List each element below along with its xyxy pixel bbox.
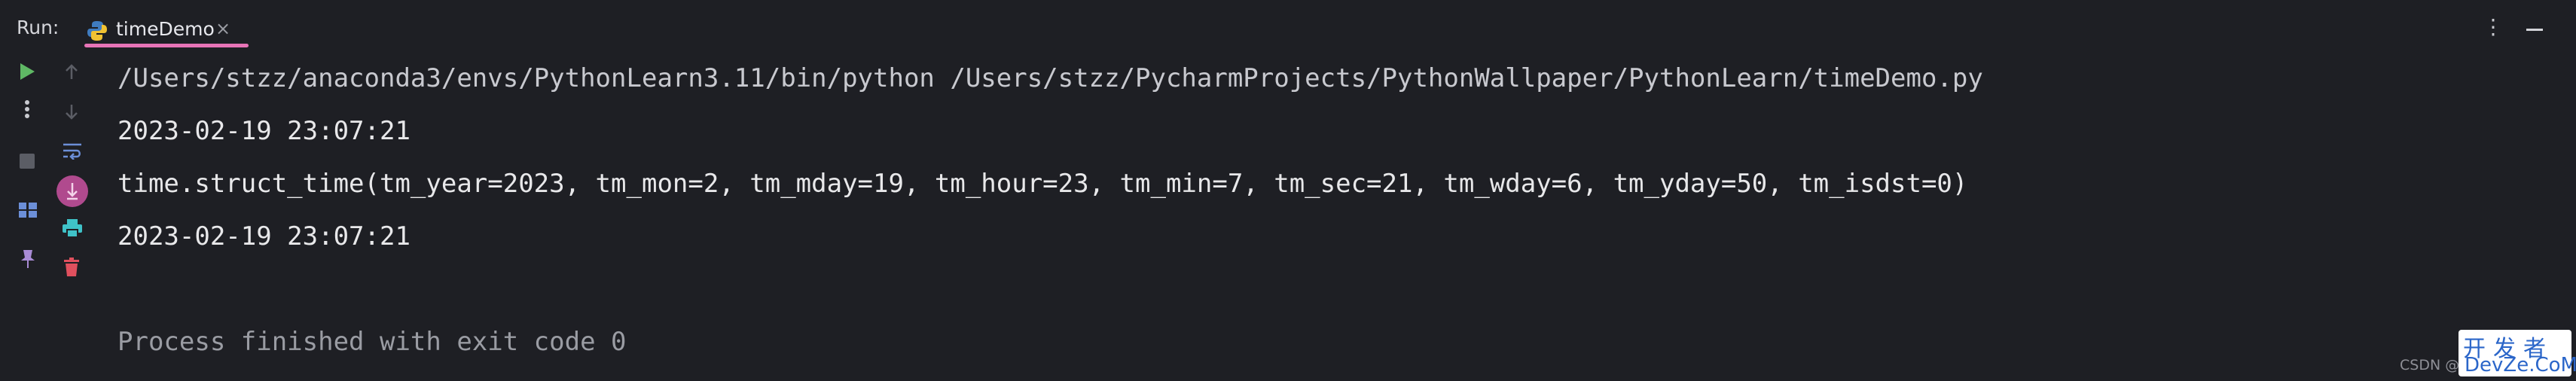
print-icon[interactable] — [62, 218, 83, 242]
soft-wrap-icon[interactable] — [62, 142, 83, 163]
layout-icon[interactable] — [18, 202, 38, 222]
watermark-en: DevZe.CoM — [2465, 354, 2576, 376]
run-icon[interactable] — [18, 62, 36, 85]
pin-icon[interactable] — [20, 248, 36, 273]
python-icon — [86, 20, 108, 42]
arrow-up-icon[interactable] — [63, 63, 80, 85]
run-label: Run: — [17, 17, 60, 38]
console-line-exit: Process finished with exit code 0 — [118, 327, 627, 357]
close-icon[interactable]: × — [215, 18, 230, 39]
trash-icon[interactable] — [63, 258, 80, 281]
tab-title: timeDemo — [116, 18, 215, 40]
run-tool-window-header: Run: timeDemo × ⋮ — [0, 0, 2576, 57]
scroll-to-end-icon[interactable] — [56, 175, 89, 212]
watermark-csdn: CSDN @ — [2400, 357, 2460, 373]
console-line: 2023-02-19 23:07:21 — [118, 221, 411, 251]
active-tab-indicator — [84, 44, 249, 47]
console-line: time.struct_time(tm_year=2023, tm_mon=2,… — [118, 169, 1968, 199]
more-vertical-icon[interactable] — [24, 99, 30, 123]
minimize-icon[interactable] — [2526, 29, 2543, 31]
watermark-logo: 开发者 DevZe.CoM — [2458, 330, 2576, 376]
console-line-command: /Users/stzz/anaconda3/envs/PythonLearn3.… — [118, 63, 1983, 93]
arrow-down-icon[interactable] — [63, 102, 80, 124]
stop-icon[interactable] — [18, 152, 36, 174]
more-options-icon[interactable]: ⋮ — [2483, 17, 2504, 38]
console-line: 2023-02-19 23:07:21 — [118, 116, 411, 146]
